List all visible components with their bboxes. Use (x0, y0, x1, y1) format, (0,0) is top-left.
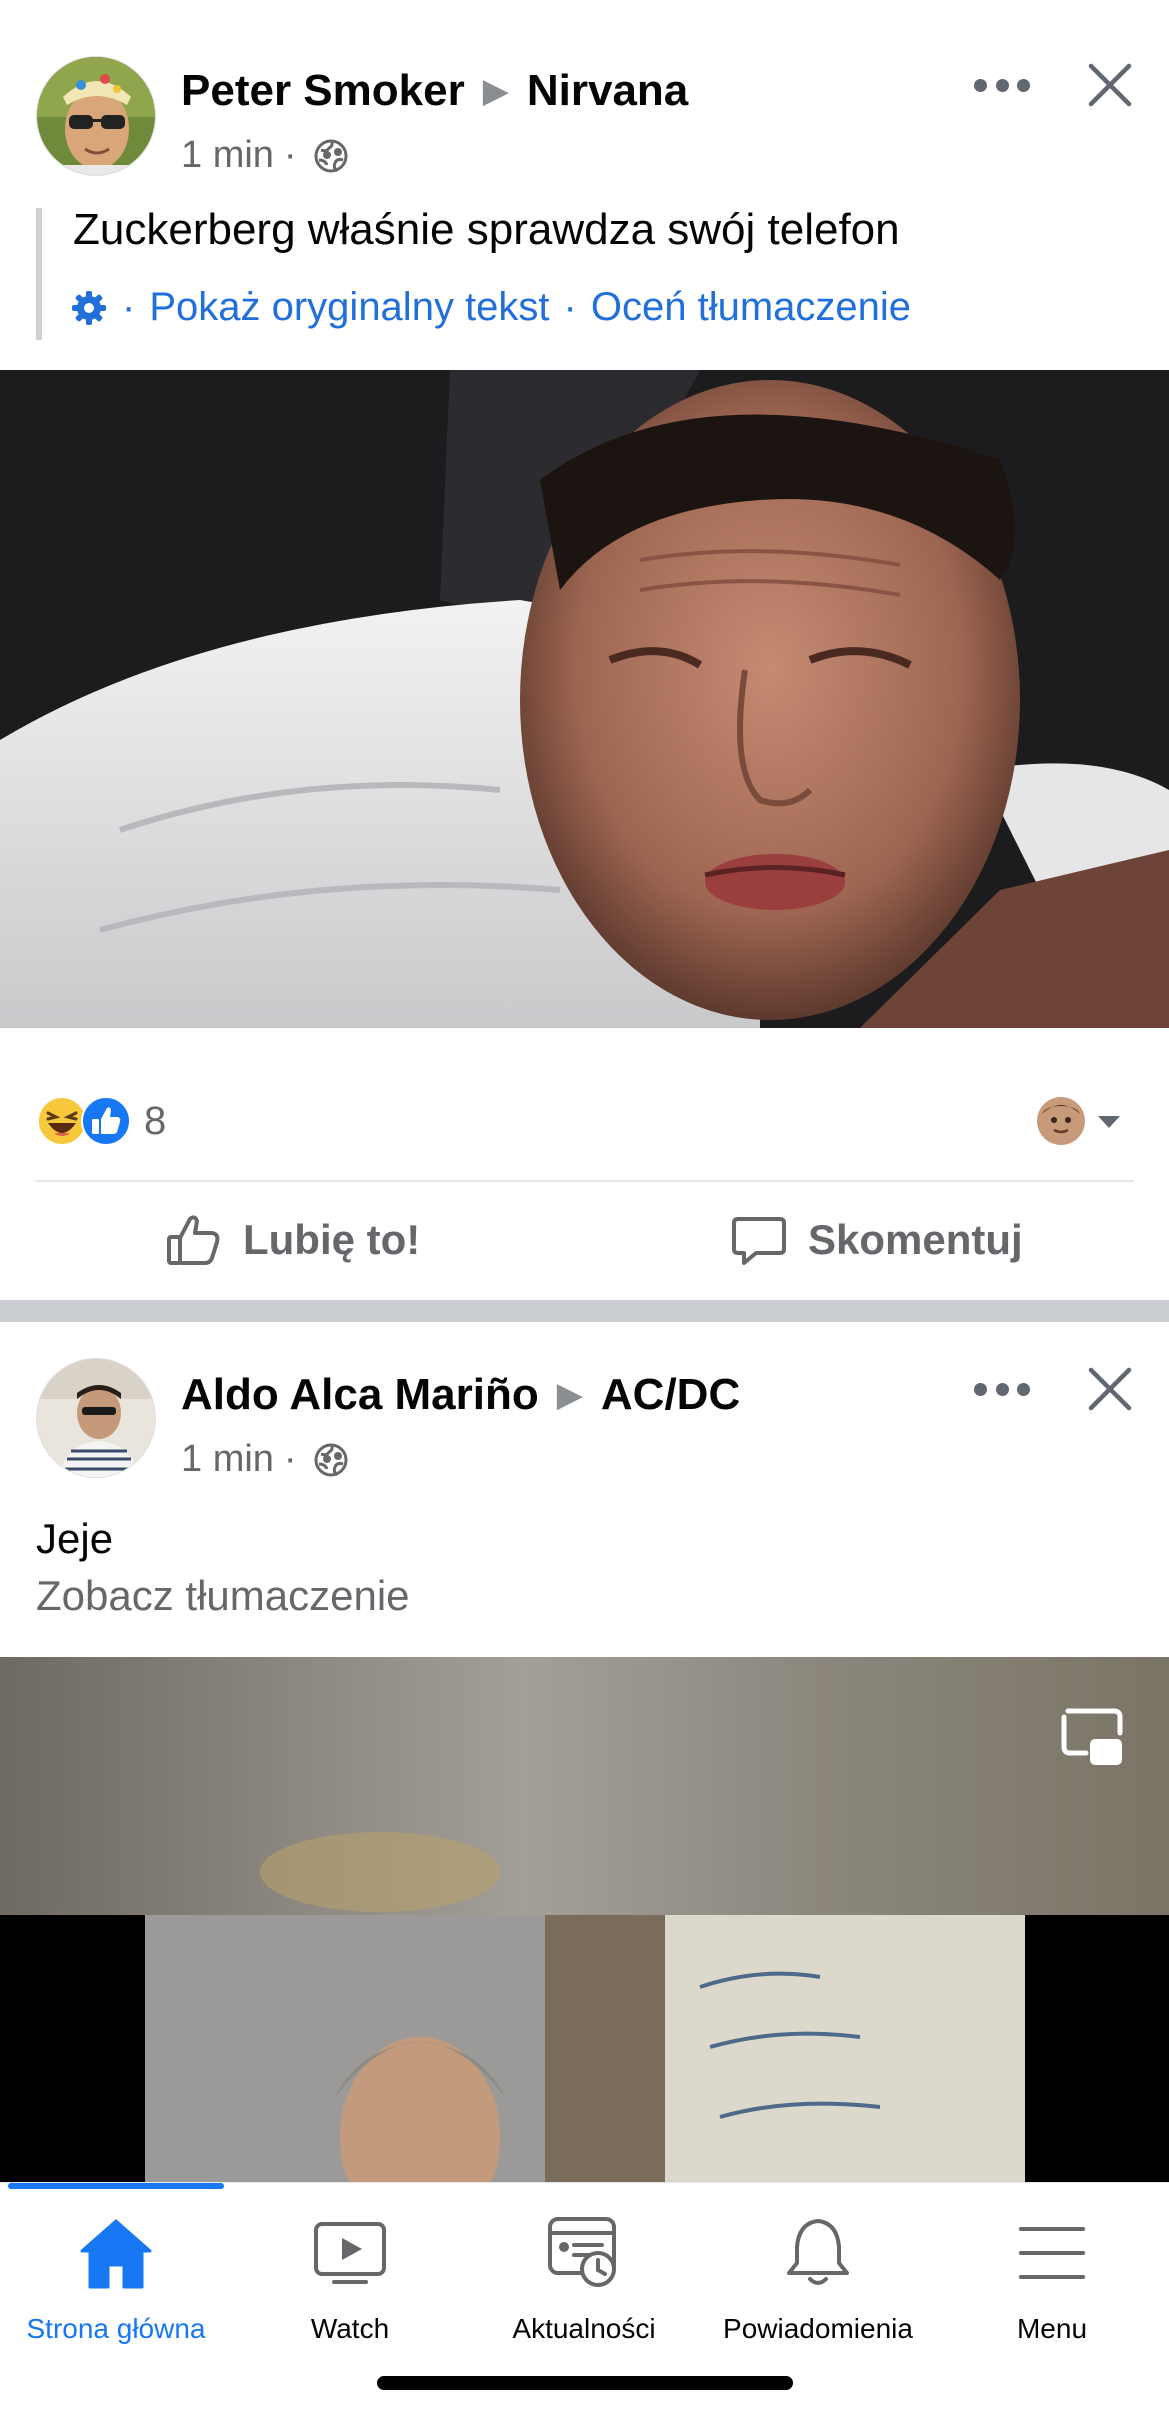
meta-dot: · (283, 134, 297, 176)
post-header-title: Peter Smoker ▶ Nirvana (181, 66, 688, 116)
more-options-icon[interactable] (974, 1374, 1030, 1404)
rate-translation-link[interactable]: Oceń tłumaczenie (591, 285, 911, 330)
tab-notifications[interactable]: Powiadomienia (698, 2213, 938, 2353)
tab-label: Powiadomienia (723, 2313, 913, 2344)
bell-icon (787, 2219, 849, 2285)
translation-row: · Pokaż oryginalny tekst · Oceń tłumacze… (70, 285, 911, 330)
globe-icon (314, 1443, 348, 1476)
more-options-icon[interactable] (974, 70, 1030, 100)
author-name[interactable]: Peter Smoker (181, 66, 465, 116)
post-header-title: Aldo Alca Mariño ▶ AC/DC (181, 1370, 740, 1420)
tab-home[interactable]: Strona główna (0, 2213, 236, 2353)
close-icon[interactable] (1085, 60, 1135, 110)
shared-to-arrow-icon: ▶ (482, 72, 509, 110)
author-avatar[interactable] (36, 56, 156, 176)
group-name[interactable]: Nirvana (527, 66, 688, 116)
like-button-label: Lubię to! (243, 1216, 421, 1263)
chevron-down-icon[interactable] (1092, 1104, 1126, 1138)
separator-dot: · (563, 285, 577, 329)
separator-dot: · (122, 285, 136, 329)
shared-to-arrow-icon: ▶ (556, 1376, 583, 1414)
reacted-by[interactable] (1036, 1096, 1126, 1146)
gear-icon[interactable] (70, 289, 108, 327)
author-avatar[interactable] (36, 1358, 156, 1478)
close-icon[interactable] (1085, 1364, 1135, 1414)
post-text: Zuckerberg właśnie sprawdza swój telefon (73, 205, 900, 254)
comment-button-label: Skomentuj (808, 1216, 1023, 1263)
post-text: Jeje (36, 1515, 114, 1562)
tab-label: Strona główna (26, 2313, 206, 2344)
watch-icon (314, 2222, 386, 2284)
show-original-link[interactable]: Pokaż oryginalny tekst (149, 285, 549, 330)
hamburger-menu-icon (1019, 2227, 1085, 2279)
tab-label: Watch (310, 2313, 390, 2344)
news-feed-icon (548, 2217, 616, 2287)
post-photo[interactable] (0, 370, 1169, 1028)
group-name[interactable]: AC/DC (601, 1370, 740, 1420)
tab-menu[interactable]: Menu (932, 2213, 1169, 2353)
post-meta: 1 min · (181, 134, 349, 177)
home-indicator[interactable] (377, 2376, 793, 2390)
tab-watch[interactable]: Watch (230, 2213, 470, 2353)
reactor-avatar (1037, 1097, 1085, 1145)
feed-post: Peter Smoker ▶ Nirvana 1 min · Zuckerber… (0, 0, 1169, 1300)
reaction-count: 8 (144, 1098, 167, 1143)
see-translation-link[interactable]: Zobacz tłumaczenie (36, 1572, 410, 1620)
post-video[interactable] (0, 1657, 1169, 2182)
comment-icon (732, 1217, 786, 1265)
tab-label: Menu (1016, 2313, 1088, 2344)
picture-in-picture-icon[interactable] (1060, 1707, 1126, 1769)
post-meta: 1 min · (181, 1438, 349, 1481)
comment-button[interactable]: Skomentuj (730, 1205, 1023, 1275)
author-name[interactable]: Aldo Alca Mariño (181, 1370, 539, 1420)
home-icon (80, 2219, 152, 2289)
reactions-summary[interactable]: 8 (36, 1090, 166, 1152)
active-tab-indicator (8, 2183, 224, 2189)
thumbs-up-icon (167, 1215, 220, 1265)
meta-dot: · (283, 1438, 297, 1480)
translation-quote-bar (36, 208, 42, 340)
tab-news-feed[interactable]: Aktualności (464, 2213, 704, 2353)
post-time[interactable]: 1 min (181, 1438, 274, 1481)
tab-label: Aktualności (512, 2313, 656, 2344)
like-button[interactable]: Lubię to! (165, 1205, 420, 1275)
like-icon (81, 1096, 131, 1146)
post-time[interactable]: 1 min (181, 134, 274, 177)
globe-icon (314, 139, 348, 172)
divider (36, 1180, 1134, 1182)
feed-separator (0, 1300, 1169, 1322)
